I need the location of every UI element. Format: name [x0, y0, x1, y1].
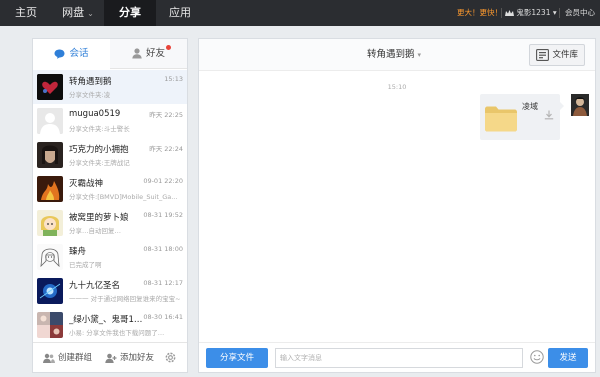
conversation-item[interactable]: 转角遇到鹅 15:13 分享文件夹:凌 [33, 70, 187, 104]
chat-title[interactable]: 转角遇到鹅 ▾ [367, 39, 421, 71]
conversation-item[interactable]: 巧克力的小拥抱 昨天 22:24 分享文件夹:王牌战记 [33, 138, 187, 172]
chevron-down-icon: ▾ [552, 8, 557, 17]
conversation-time: 08-31 12:17 [143, 279, 183, 287]
promo-link[interactable]: 更大！更快！ [457, 0, 502, 26]
avatar [37, 244, 63, 270]
nav-share[interactable]: 分享 [104, 0, 156, 26]
conversation-preview: 分享文件夹:斗士警长 [69, 125, 130, 133]
add-friend-button[interactable]: 添加好友 [105, 343, 154, 373]
avatar [37, 278, 63, 304]
nav-home[interactable]: 主页 [0, 0, 52, 26]
divider [501, 8, 502, 18]
conversation-name: 转角遇到鹅 [69, 77, 112, 87]
message-input[interactable] [275, 348, 523, 368]
send-button[interactable]: 发送 [548, 348, 588, 368]
conversation-time: 08-31 18:00 [143, 245, 183, 253]
avatar [37, 108, 63, 134]
conversation-time: 昨天 22:25 [149, 111, 183, 119]
conversation-time: 08-31 19:52 [143, 211, 183, 219]
notification-badge [166, 45, 171, 50]
conversation-time: 昨天 22:24 [149, 145, 183, 153]
left-tabs: 会话 好友 [33, 39, 187, 69]
person-icon [132, 48, 142, 59]
file-library-label: 文件库 [552, 50, 578, 60]
sender-avatar[interactable] [571, 94, 589, 116]
chat-bubble-icon [54, 49, 65, 59]
avatar [37, 210, 63, 236]
conversation-name: mugua0519 [69, 109, 121, 119]
gear-icon [165, 352, 176, 363]
left-footer: 创建群组 添加好友 [33, 342, 187, 372]
folder-icon [485, 106, 517, 132]
conversation-preview: 分享…自动回复… [69, 227, 121, 235]
top-nav-bar: 主页 网盘 ⌄ 分享 应用 更大！更快！ 鬼影1231 ▾ 会员中心 [0, 0, 600, 26]
file-library-button[interactable]: 文件库 [529, 44, 585, 66]
conversation-name: _绿小黛_、鬼哥1… [69, 315, 143, 325]
tab-conversations-label: 会话 [69, 48, 89, 59]
crown-icon [505, 9, 514, 16]
conversation-preview: 分享文件夹:凌 [69, 91, 111, 99]
conversation-item[interactable]: 被窝里的萝卜娘 08-31 19:52 分享…自动回复… [33, 206, 187, 240]
conversation-name: 灭霸战神 [69, 179, 104, 189]
add-friend-label: 添加好友 [120, 353, 155, 363]
conversation-name: 巧克力的小拥抱 [69, 145, 129, 155]
chat-title-text: 转角遇到鹅 [367, 49, 415, 60]
shared-folder-message[interactable]: 凌域 [480, 94, 564, 140]
settings-button[interactable] [164, 351, 177, 365]
nav-netdisk[interactable]: 网盘 ⌄ [52, 0, 104, 26]
library-icon [536, 49, 549, 61]
user-menu[interactable]: 鬼影1231 ▾ [505, 0, 557, 26]
conversation-item[interactable]: 九十九亿圣名 08-31 12:17 一一一 对于通过网络回复谁来的宝宝~ [33, 274, 187, 308]
create-group-button[interactable]: 创建群组 [43, 343, 92, 373]
conversation-preview: 小易: 分享文件我也下载问题了… [69, 329, 165, 337]
shared-file-name: 凌域 [522, 102, 538, 111]
chevron-down-icon: ⌄ [87, 9, 94, 18]
avatar [37, 142, 63, 168]
add-person-icon [105, 353, 117, 363]
avatar [37, 74, 63, 100]
conversation-preview: 分享文件:[BMVD]Mobile_Suit_Ga... [69, 193, 178, 201]
conversation-item[interactable]: 臻舟 08-31 18:00 已完成了啊 [33, 240, 187, 274]
conversation-item[interactable]: mugua0519 昨天 22:25 分享文件夹:斗士警长 [33, 104, 187, 138]
chevron-down-icon: ▾ [417, 51, 422, 59]
nav-apps[interactable]: 应用 [156, 0, 204, 26]
conversation-preview: 一一一 对于通过网络回复谁来的宝宝~ [69, 295, 181, 303]
group-icon [43, 353, 55, 363]
conversation-panel: 会话 好友 转角遇到鹅 15:13 分享文件夹:凌 mugua0519 昨天 2… [32, 38, 188, 373]
message-composer: 分享文件 发送 [199, 342, 595, 372]
tab-friends[interactable]: 好友 [110, 39, 187, 69]
share-file-button[interactable]: 分享文件 [206, 348, 268, 368]
conversation-name: 臻舟 [69, 247, 87, 257]
tab-conversations[interactable]: 会话 [33, 39, 110, 69]
conversation-name: 九十九亿圣名 [69, 281, 121, 291]
nav-netdisk-label: 网盘 [62, 6, 85, 19]
user-name: 鬼影1231 [516, 8, 551, 17]
emoji-icon[interactable] [530, 350, 544, 364]
message-timestamp: 15:10 [387, 83, 407, 91]
nav-share-label: 分享 [119, 6, 141, 19]
divider [559, 8, 560, 18]
nav-apps-label: 应用 [169, 6, 191, 19]
avatar [37, 176, 63, 202]
avatar [37, 312, 63, 338]
conversation-name: 被窝里的萝卜娘 [69, 213, 129, 223]
conversation-time: 08-30 16:41 [143, 313, 183, 321]
conversation-time: 09-01 22:20 [143, 177, 183, 185]
conversation-preview: 分享文件夹:王牌战记 [69, 159, 130, 167]
chat-header: 转角遇到鹅 ▾ 文件库 [199, 39, 595, 71]
nav-home-label: 主页 [15, 6, 37, 19]
download-icon[interactable] [544, 110, 554, 120]
conversation-item[interactable]: 灭霸战神 09-01 22:20 分享文件:[BMVD]Mobile_Suit_… [33, 172, 187, 206]
chat-panel: 转角遇到鹅▾ 文件库 15:10 凌域 分享文件 发送 [198, 38, 596, 373]
tab-friends-label: 好友 [145, 48, 165, 59]
create-group-label: 创建群组 [58, 353, 93, 363]
vip-center-link[interactable]: 会员中心 [565, 0, 595, 26]
conversation-item[interactable]: _绿小黛_、鬼哥1… 08-30 16:41 小易: 分享文件我也下载问题了… [33, 308, 187, 342]
conversation-time: 15:13 [164, 75, 183, 83]
conversation-list: 转角遇到鹅 15:13 分享文件夹:凌 mugua0519 昨天 22:25 分… [33, 70, 187, 342]
conversation-preview: 已完成了啊 [69, 261, 102, 269]
